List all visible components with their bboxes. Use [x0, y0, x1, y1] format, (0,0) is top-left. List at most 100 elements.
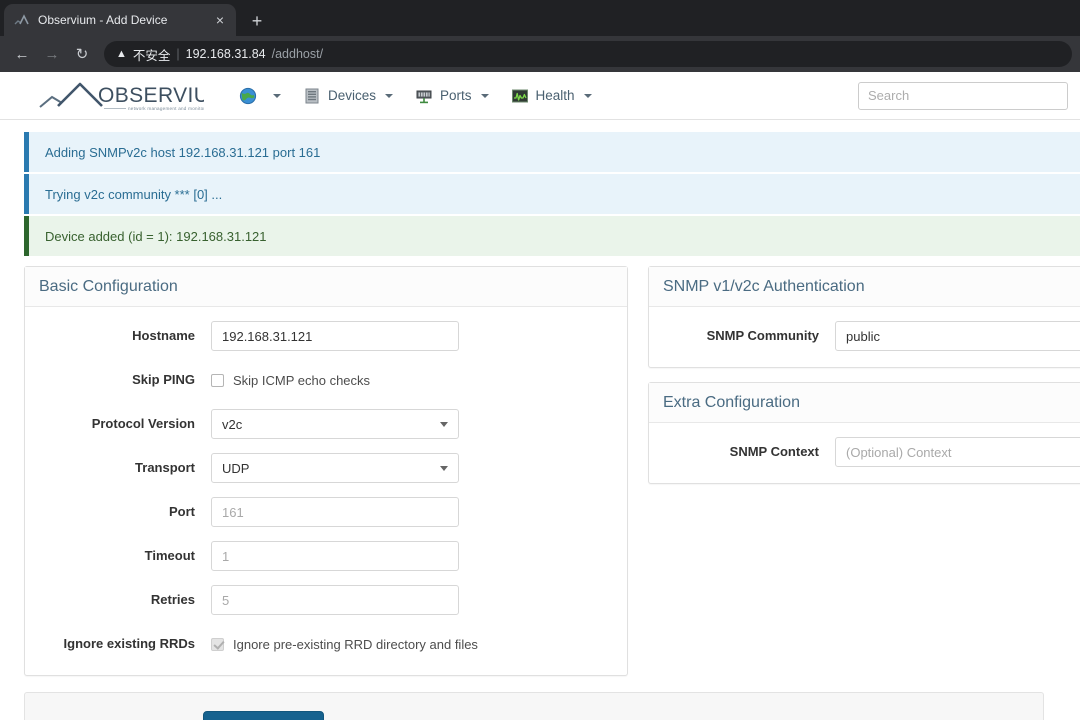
nav-item-ports[interactable]: Ports: [404, 72, 500, 120]
protocol-version-label: Protocol Version: [39, 416, 211, 432]
search-input[interactable]: Search: [858, 82, 1068, 110]
observium-brand-logo[interactable]: OBSERVIUM network management and monitor…: [36, 79, 204, 113]
panel-title: Extra Configuration: [663, 394, 800, 411]
browser-tab-title: Observium - Add Device: [38, 13, 204, 27]
port-input[interactable]: 161: [211, 497, 459, 527]
skip-ping-checkbox[interactable]: [211, 374, 224, 387]
transport-value: UDP: [222, 461, 249, 476]
field-row-snmp-community: SNMP Community public: [663, 321, 1080, 351]
browser-toolbar: ← → ↻ ▲ 不安全 | 192.168.31.84 /addhost/: [0, 36, 1080, 72]
basic-configuration-panel: Basic Configuration Hostname 192.168.31.…: [24, 266, 628, 676]
left-column: Basic Configuration Hostname 192.168.31.…: [24, 266, 628, 690]
snmp-auth-panel: SNMP v1/v2c Authentication SNMP Communit…: [648, 266, 1080, 368]
form-actions-panel: ✔ Add device: [24, 692, 1044, 720]
timeout-label: Timeout: [39, 548, 211, 564]
alert-info: Adding SNMPv2c host 192.168.31.121 port …: [24, 132, 1080, 172]
hostname-label: Hostname: [39, 328, 211, 344]
url-path: /addhost/: [272, 47, 323, 61]
panel-title: Basic Configuration: [39, 278, 178, 295]
search-input-placeholder: Search: [868, 88, 909, 103]
nav-item-health[interactable]: Health: [500, 72, 603, 120]
chevron-down-icon: [440, 422, 448, 427]
nav-item-devices[interactable]: Devices: [292, 72, 404, 120]
skip-ping-checkbox-label: Skip ICMP echo checks: [233, 373, 370, 388]
browser-tabstrip: Observium - Add Device × +: [0, 0, 1080, 36]
chevron-down-icon: [584, 94, 592, 98]
field-row-snmp-context: SNMP Context (Optional) Context: [663, 437, 1080, 467]
basic-configuration-header: Basic Configuration: [25, 267, 627, 307]
chevron-down-icon: [273, 94, 281, 98]
forward-icon[interactable]: →: [38, 40, 66, 68]
svg-text:network management and monitor: network management and monitoring: [128, 106, 204, 111]
skip-ping-checkbox-wrap[interactable]: Skip ICMP echo checks: [211, 365, 370, 395]
field-row-skip-ping: Skip PING Skip ICMP echo checks: [39, 365, 613, 395]
chevron-down-icon: [481, 94, 489, 98]
observium-logo-icon: [14, 12, 30, 28]
transport-select[interactable]: UDP: [211, 453, 459, 483]
alert-success: Device added (id = 1): 192.168.31.121: [24, 216, 1080, 256]
server-rack-icon: [303, 87, 321, 105]
field-row-timeout: Timeout 1: [39, 541, 613, 571]
new-tab-icon[interactable]: +: [246, 12, 268, 30]
config-panels: Basic Configuration Hostname 192.168.31.…: [24, 266, 1080, 690]
field-row-protocol-version: Protocol Version v2c: [39, 409, 613, 439]
hostname-input[interactable]: 192.168.31.121: [211, 321, 459, 351]
snmp-community-input[interactable]: public: [835, 321, 1080, 351]
snmp-context-input[interactable]: (Optional) Context: [835, 437, 1080, 467]
nav-item-devices-label: Devices: [328, 88, 376, 103]
address-bar[interactable]: ▲ 不安全 | 192.168.31.84 /addhost/: [104, 41, 1072, 67]
ignore-rrds-checkbox-label: Ignore pre-existing RRD directory and fi…: [233, 637, 478, 652]
extra-configuration-body: SNMP Context (Optional) Context: [649, 423, 1080, 483]
alert-text: Trying v2c community *** [0] ...: [45, 187, 222, 202]
alert-list: Adding SNMPv2c host 192.168.31.121 port …: [24, 132, 1080, 256]
chevron-down-icon: [440, 466, 448, 471]
transport-label: Transport: [39, 460, 211, 476]
field-row-ignore-rrds: Ignore existing RRDs Ignore pre-existing…: [39, 629, 613, 659]
page-content: Adding SNMPv2c host 192.168.31.121 port …: [0, 120, 1080, 720]
field-row-transport: Transport UDP: [39, 453, 613, 483]
app-navbar: OBSERVIUM network management and monitor…: [0, 72, 1080, 120]
nav-item-ports-label: Ports: [440, 88, 472, 103]
timeout-input[interactable]: 1: [211, 541, 459, 571]
snmp-auth-header: SNMP v1/v2c Authentication: [649, 267, 1080, 307]
omnibox-divider: |: [176, 47, 179, 61]
extra-configuration-header: Extra Configuration: [649, 383, 1080, 423]
alert-text: Device added (id = 1): 192.168.31.121: [45, 229, 267, 244]
add-device-button[interactable]: ✔ Add device: [203, 711, 324, 720]
warning-triangle-icon: ▲: [116, 49, 127, 60]
snmp-context-label: SNMP Context: [663, 444, 835, 460]
switch-port-icon: [415, 87, 433, 105]
alert-info: Trying v2c community *** [0] ...: [24, 174, 1080, 214]
right-column: SNMP v1/v2c Authentication SNMP Communit…: [648, 266, 1080, 690]
security-status-label: 不安全: [133, 45, 171, 64]
snmp-community-label: SNMP Community: [663, 328, 835, 344]
url-host: 192.168.31.84: [186, 47, 266, 61]
ignore-rrds-checkbox-wrap: Ignore pre-existing RRD directory and fi…: [211, 629, 478, 659]
protocol-version-value: v2c: [222, 417, 242, 432]
heartbeat-graph-icon: [511, 87, 529, 105]
skip-ping-label: Skip PING: [39, 372, 211, 388]
alert-text: Adding SNMPv2c host 192.168.31.121 port …: [45, 145, 320, 160]
field-row-hostname: Hostname 192.168.31.121: [39, 321, 613, 351]
retries-label: Retries: [39, 592, 211, 608]
field-row-retries: Retries 5: [39, 585, 613, 615]
globe-icon: [239, 87, 257, 105]
chevron-down-icon: [385, 94, 393, 98]
retries-input[interactable]: 5: [211, 585, 459, 615]
basic-configuration-body: Hostname 192.168.31.121 Skip PING Skip I…: [25, 307, 627, 675]
browser-tab[interactable]: Observium - Add Device ×: [4, 4, 236, 36]
port-label: Port: [39, 504, 211, 520]
ignore-rrds-label: Ignore existing RRDs: [39, 636, 211, 652]
field-row-port: Port 161: [39, 497, 613, 527]
browser-chrome: Observium - Add Device × + ← → ↻ ▲ 不安全 |…: [0, 0, 1080, 72]
svg-text:OBSERVIUM: OBSERVIUM: [98, 84, 204, 107]
back-icon[interactable]: ←: [8, 40, 36, 68]
close-icon[interactable]: ×: [212, 13, 228, 27]
snmp-auth-body: SNMP Community public: [649, 307, 1080, 367]
nav-item-global[interactable]: [228, 72, 292, 120]
extra-configuration-panel: Extra Configuration SNMP Context (Option…: [648, 382, 1080, 484]
panel-title: SNMP v1/v2c Authentication: [663, 278, 865, 295]
protocol-version-select[interactable]: v2c: [211, 409, 459, 439]
observium-page: OBSERVIUM network management and monitor…: [0, 72, 1080, 720]
reload-icon[interactable]: ↻: [68, 40, 96, 68]
